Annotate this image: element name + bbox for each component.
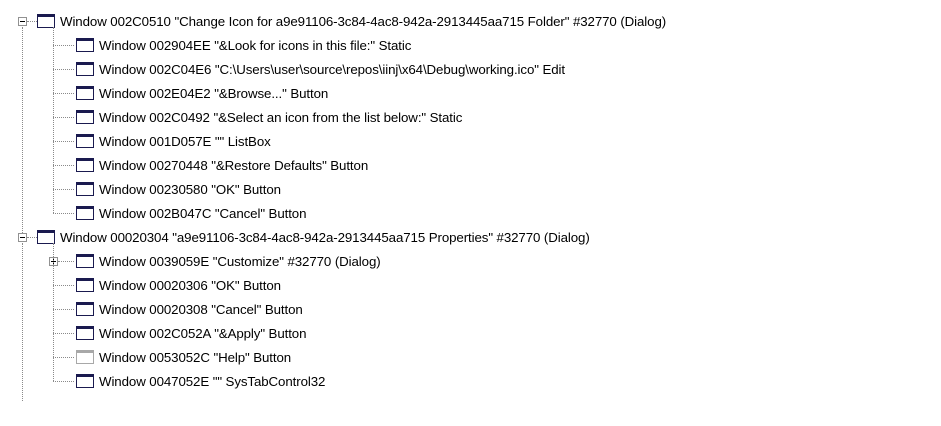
tree-connector-line: [53, 189, 74, 190]
tree-connector-line: [53, 141, 74, 142]
tree-child-item[interactable]: Window 00020306 "OK" Button: [76, 273, 281, 297]
window-icon: [76, 110, 94, 124]
tree-item-label: Window 002E04E2 "&Browse..." Button: [99, 85, 329, 101]
tree-child-item[interactable]: Window 0053052C "Help" Button: [76, 345, 291, 369]
tree-item-label: Window 00020306 "OK" Button: [99, 277, 281, 293]
tree-expander-root-1[interactable]: [18, 233, 27, 242]
tree-connector-line: [53, 243, 54, 381]
tree-item-label: Window 00230580 "OK" Button: [99, 181, 281, 197]
tree-connector-line: [53, 117, 74, 118]
tree-expander-root-0[interactable]: [18, 17, 27, 26]
tree-connector-line: [53, 213, 74, 214]
tree-item-label: Window 002904EE "&Look for icons in this…: [99, 37, 412, 53]
tree-child-item[interactable]: Window 001D057E "" ListBox: [76, 129, 271, 153]
tree-item-label: Window 00270448 "&Restore Defaults" Butt…: [99, 157, 369, 173]
tree-connector-line: [53, 285, 74, 286]
tree-child-item[interactable]: Window 002C04E6 "C:\Users\user\source\re…: [76, 57, 565, 81]
tree-item-label: Window 00020304 "a9e91106-3c84-4ac8-942a…: [60, 229, 590, 245]
window-icon: [76, 374, 94, 388]
tree-connector-line: [27, 21, 37, 22]
tree-item-label: Window 001D057E "" ListBox: [99, 133, 271, 149]
tree-connector-line: [53, 381, 74, 382]
window-icon: [76, 158, 94, 172]
window-icon: [76, 182, 94, 196]
window-icon: [76, 206, 94, 220]
tree-connector-line: [58, 261, 74, 262]
window-icon: [76, 38, 94, 52]
expander-minus-stroke: [20, 237, 25, 238]
tree-connector-line: [53, 309, 74, 310]
window-icon: [37, 14, 55, 28]
window-icon: [37, 230, 55, 244]
tree-child-item[interactable]: Window 002C052A "&Apply" Button: [76, 321, 307, 345]
window-icon: [76, 86, 94, 100]
window-icon: [76, 62, 94, 76]
tree-connector-line: [53, 69, 74, 70]
tree-item-label: Window 0047052E "" SysTabControl32: [99, 373, 326, 389]
tree-connector-line: [22, 27, 23, 233]
tree-connector-line: [53, 357, 74, 358]
tree-item-label: Window 0053052C "Help" Button: [99, 349, 292, 365]
tree-item-label: Window 00020308 "Cancel" Button: [99, 301, 303, 317]
tree-child-item[interactable]: Window 002904EE "&Look for icons in this…: [76, 33, 411, 57]
window-icon: [76, 302, 94, 316]
tree-connector-line: [27, 237, 37, 238]
tree-connector-line: [53, 45, 74, 46]
tree-child-item[interactable]: Window 002C0492 "&Select an icon from th…: [76, 105, 462, 129]
tree-root-item[interactable]: Window 00020304 "a9e91106-3c84-4ac8-942a…: [37, 225, 590, 249]
tree-child-item[interactable]: Window 002E04E2 "&Browse..." Button: [76, 81, 328, 105]
window-icon-disabled: [76, 350, 94, 364]
tree-item-label: Window 002C0492 "&Select an icon from th…: [99, 109, 463, 125]
tree-child-item[interactable]: Window 00230580 "OK" Button: [76, 177, 281, 201]
tree-connector-line: [53, 27, 54, 213]
tree-child-item[interactable]: Window 0039059E "Customize" #32770 (Dial…: [76, 249, 381, 273]
tree-item-label: Window 002C04E6 "C:\Users\user\source\re…: [99, 61, 565, 77]
tree-root-item[interactable]: Window 002C0510 "Change Icon for a9e9110…: [37, 9, 666, 33]
window-icon: [76, 326, 94, 340]
tree-item-label: Window 002C052A "&Apply" Button: [99, 325, 307, 341]
tree-child-item[interactable]: Window 002B047C "Cancel" Button: [76, 201, 307, 225]
tree-item-label: Window 002C0510 "Change Icon for a9e9110…: [60, 13, 667, 29]
tree-connector-line: [53, 165, 74, 166]
tree-child-item[interactable]: Window 0047052E "" SysTabControl32: [76, 369, 325, 393]
tree-connector-line: [53, 93, 74, 94]
tree-child-item[interactable]: Window 00270448 "&Restore Defaults" Butt…: [76, 153, 368, 177]
tree-connector-line: [53, 333, 74, 334]
expander-minus-stroke: [20, 21, 25, 22]
tree-item-label: Window 002B047C "Cancel" Button: [99, 205, 307, 221]
window-tree-view[interactable]: Window 002C0510 "Change Icon for a9e9110…: [0, 0, 941, 426]
tree-item-label: Window 0039059E "Customize" #32770 (Dial…: [99, 253, 381, 269]
window-icon: [76, 278, 94, 292]
window-icon: [76, 254, 94, 268]
window-icon: [76, 134, 94, 148]
tree-connector-line: [22, 243, 23, 401]
tree-child-item[interactable]: Window 00020308 "Cancel" Button: [76, 297, 303, 321]
